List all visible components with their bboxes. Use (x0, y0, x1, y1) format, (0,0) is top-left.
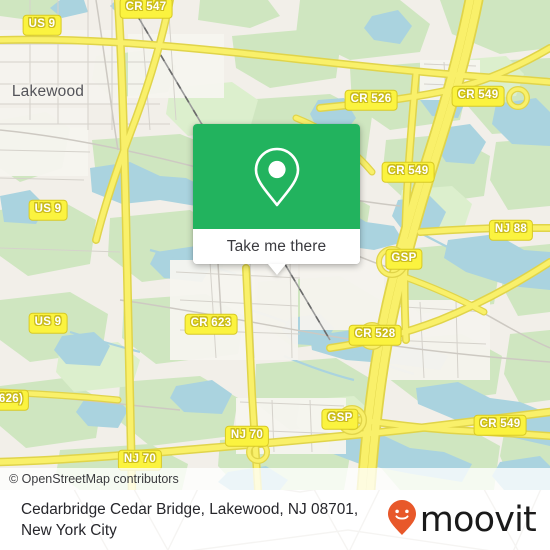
road-shield-cr-528[interactable]: CR 528 (348, 324, 402, 346)
footer-bar: Cedarbridge Cedar Bridge, Lakewood, NJ 0… (0, 490, 550, 550)
road-shield-us-9-low[interactable]: US 9 (28, 312, 68, 334)
location-address: Cedarbridge Cedar Bridge, Lakewood, NJ 0… (21, 499, 358, 541)
road-shield-cr-549-ne[interactable]: CR 549 (451, 85, 505, 107)
map-pin-icon (251, 146, 303, 208)
address-line-2: New York City (21, 522, 117, 539)
road-shield-cr-549-se[interactable]: CR 549 (473, 414, 527, 436)
road-shield-nj-88[interactable]: NJ 88 (488, 219, 534, 241)
popup-image-header (193, 124, 360, 229)
location-popup-card[interactable]: Take me there (193, 124, 360, 275)
popup-pointer-tail (267, 264, 286, 275)
moovit-logo[interactable]: moovit (387, 499, 537, 541)
osm-attribution[interactable]: © OpenStreetMap contributors (0, 468, 550, 490)
footer-content: Cedarbridge Cedar Bridge, Lakewood, NJ 0… (0, 490, 550, 550)
road-shield-nj-70-right[interactable]: NJ 70 (224, 425, 270, 447)
road-shield-626[interactable]: 626) (0, 389, 30, 411)
take-me-there-label: Take me there (226, 237, 327, 255)
address-line-1: Cedarbridge Cedar Bridge, Lakewood, NJ 0… (21, 501, 359, 518)
road-shield-us-9-top[interactable]: US 9 (22, 14, 62, 36)
road-shield-cr-549-mid[interactable]: CR 549 (381, 161, 435, 183)
moovit-wordmark: moovit (419, 499, 537, 540)
road-shield-cr-526[interactable]: CR 526 (344, 89, 398, 111)
road-shield-us-9-mid[interactable]: US 9 (28, 199, 68, 221)
take-me-there-button[interactable]: Take me there (193, 229, 360, 275)
map-viewport[interactable]: Lakewood CR 547 US 9 CR 526 CR 549 CR 54… (0, 0, 550, 490)
road-shield-cr-623[interactable]: CR 623 (184, 313, 238, 335)
road-shield-cr-547[interactable]: CR 547 (119, 0, 173, 19)
road-shield-gsp-lower[interactable]: GSP (321, 408, 359, 430)
place-label-lakewood: Lakewood (11, 83, 85, 100)
road-shield-gsp-upper[interactable]: GSP (385, 248, 423, 270)
moovit-map-screenshot: Lakewood CR 547 US 9 CR 526 CR 549 CR 54… (0, 0, 550, 550)
moovit-pin-icon (387, 499, 417, 541)
